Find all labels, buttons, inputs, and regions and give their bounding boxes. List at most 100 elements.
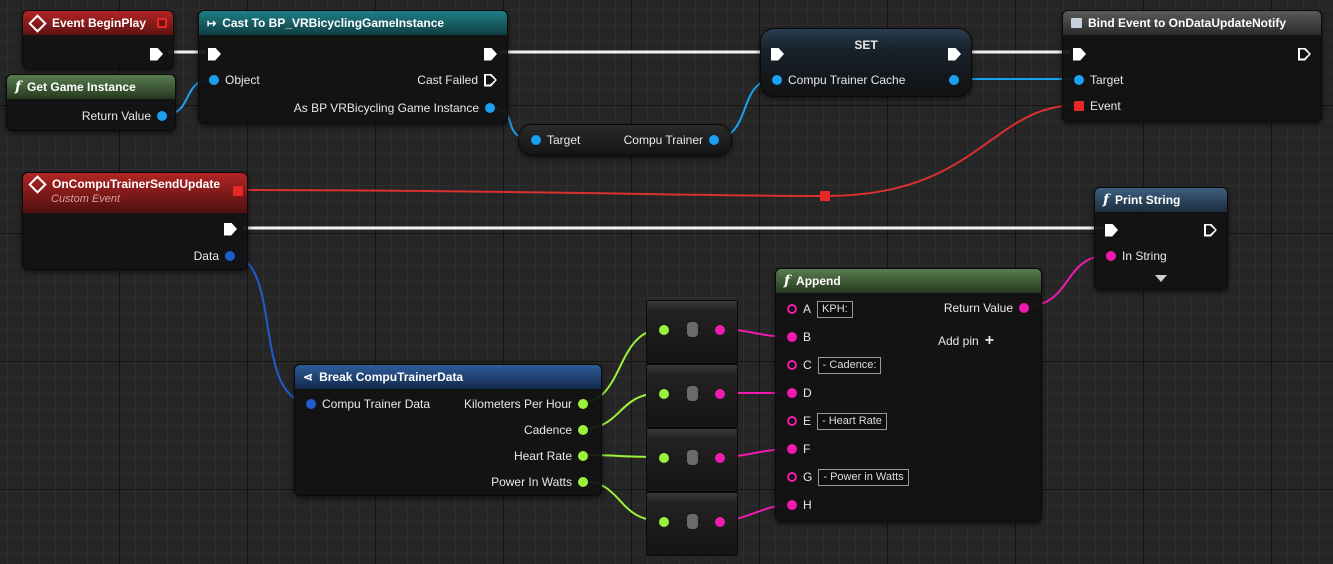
- float-to-string-conversion-node[interactable]: [646, 300, 738, 364]
- float-input-pin[interactable]: [659, 453, 669, 463]
- append-pin-b[interactable]: [787, 332, 797, 342]
- append-pin-e[interactable]: [787, 416, 797, 426]
- output-label: Kilometers Per Hour: [463, 397, 572, 411]
- cast-failed-exec-pin[interactable]: [484, 74, 497, 87]
- target-label: Target: [547, 133, 581, 147]
- add-pin-label: Add pin: [938, 334, 979, 348]
- return-value-pin[interactable]: [157, 111, 167, 121]
- as-output-pin[interactable]: [485, 103, 495, 113]
- pin-letter: C: [803, 358, 812, 372]
- output-label: Cadence: [523, 423, 572, 437]
- node-title: Bind Event to OnDataUpdateNotify: [1088, 16, 1287, 30]
- cast-to-node[interactable]: ↦ Cast To BP_VRBicyclingGameInstance Obj…: [198, 10, 508, 124]
- compu-trainer-output-pin[interactable]: [709, 135, 719, 145]
- function-f-icon: f: [15, 79, 22, 95]
- compu-trainer-data-input-pin[interactable]: [306, 399, 316, 409]
- exec-input-pin[interactable]: [208, 47, 221, 61]
- function-f-icon: f: [784, 273, 791, 289]
- float-input-pin[interactable]: [659, 325, 669, 335]
- return-value-label: Return Value: [81, 109, 151, 123]
- print-string-node[interactable]: f Print String In String: [1094, 187, 1228, 290]
- target-input-pin[interactable]: [531, 135, 541, 145]
- cadence-output-pin[interactable]: [578, 425, 588, 435]
- node-title: Print String: [1115, 193, 1181, 207]
- target-input-pin[interactable]: [1074, 75, 1084, 85]
- pin-letter: D: [803, 386, 812, 400]
- string-output-pin[interactable]: [715, 325, 725, 335]
- compu-trainer-cache-input-pin[interactable]: [772, 75, 782, 85]
- exec-output-pin[interactable]: [948, 47, 961, 61]
- exec-output-pin[interactable]: [1204, 224, 1217, 237]
- chevron-down-icon[interactable]: [1155, 275, 1167, 282]
- float-input-pin[interactable]: [659, 389, 669, 399]
- set-variable-label: Compu Trainer Cache: [788, 73, 906, 87]
- target-label: Target: [1090, 73, 1124, 87]
- compu-trainer-getter-node[interactable]: Target Compu Trainer: [518, 124, 732, 156]
- exec-output-pin[interactable]: [484, 47, 497, 61]
- node-title: Break CompuTrainerData: [319, 370, 464, 384]
- exec-input-pin[interactable]: [1105, 223, 1118, 237]
- append-pin-a[interactable]: [787, 304, 797, 314]
- return-value-pin[interactable]: [1019, 303, 1029, 313]
- delegate-output-pin[interactable]: [233, 186, 243, 196]
- float-to-string-conversion-node[interactable]: [646, 492, 738, 556]
- break-struct-icon: ⋖: [303, 370, 314, 384]
- event-beginplay-node[interactable]: Event BeginPlay: [22, 10, 174, 69]
- data-output-pin[interactable]: [225, 251, 235, 261]
- append-node[interactable]: f Append A KPH: B C - Cadence: D E - Hea…: [775, 268, 1042, 522]
- exec-input-pin[interactable]: [771, 47, 784, 61]
- float-to-string-conversion-node[interactable]: [646, 428, 738, 492]
- float-input-pin[interactable]: [659, 517, 669, 527]
- event-diamond-icon: [28, 174, 47, 194]
- node-header: f Get Game Instance: [7, 75, 175, 99]
- exec-output-pin[interactable]: [1298, 48, 1311, 61]
- string-output-pin[interactable]: [715, 517, 725, 527]
- node-header: f Append: [776, 269, 1041, 293]
- event-label: Event: [1090, 99, 1121, 113]
- exec-output-pin[interactable]: [150, 47, 163, 61]
- kph-output-pin[interactable]: [578, 399, 588, 409]
- plus-icon: +: [984, 332, 995, 349]
- compu-trainer-cache-output-pin[interactable]: [949, 75, 959, 85]
- in-string-label: In String: [1122, 249, 1167, 263]
- as-output-label: As BP VRBicycling Game Instance: [293, 101, 479, 115]
- custom-event-node[interactable]: OnCompuTrainerSendUpdate Custom Event Da…: [22, 172, 248, 270]
- delegate-output-pin[interactable]: [157, 18, 167, 28]
- set-title: SET: [854, 38, 878, 52]
- bind-event-node[interactable]: Bind Event to OnDataUpdateNotify Target …: [1062, 10, 1322, 122]
- node-title: Append: [796, 274, 841, 288]
- pin-letter: G: [803, 470, 813, 484]
- break-struct-node[interactable]: ⋖ Break CompuTrainerData Compu Trainer D…: [294, 364, 602, 496]
- append-pin-h[interactable]: [787, 500, 797, 510]
- add-pin-button[interactable]: Add pin +: [938, 332, 995, 349]
- append-pin-g[interactable]: [787, 472, 797, 482]
- bind-event-icon: [1071, 18, 1082, 28]
- exec-input-pin[interactable]: [1073, 47, 1086, 61]
- string-output-pin[interactable]: [715, 389, 725, 399]
- wire-reroute-knot: [820, 191, 830, 201]
- append-pin-d[interactable]: [787, 388, 797, 398]
- event-delegate-pin[interactable]: [1074, 101, 1084, 111]
- pin-c-text-field[interactable]: - Cadence:: [817, 356, 882, 374]
- exec-output-pin[interactable]: [224, 222, 237, 236]
- float-to-string-conversion-node[interactable]: [646, 364, 738, 428]
- node-title: Get Game Instance: [27, 80, 136, 94]
- power-output-pin[interactable]: [578, 477, 588, 487]
- function-f-icon: f: [1103, 192, 1110, 208]
- pin-e-text-field[interactable]: - Heart Rate: [817, 412, 887, 430]
- return-value-label: Return Value: [943, 301, 1013, 315]
- pin-a-text-field[interactable]: KPH:: [817, 300, 853, 318]
- set-node[interactable]: SET Compu Trainer Cache: [760, 28, 972, 97]
- node-header: Event BeginPlay: [23, 11, 173, 35]
- get-game-instance-node[interactable]: f Get Game Instance Return Value: [6, 74, 176, 131]
- output-label: Power In Watts: [491, 475, 572, 489]
- pin-letter: B: [803, 330, 812, 344]
- append-pin-f[interactable]: [787, 444, 797, 454]
- string-output-pin[interactable]: [715, 453, 725, 463]
- conversion-knob: [687, 450, 698, 465]
- heart-rate-output-pin[interactable]: [578, 451, 588, 461]
- pin-g-text-field[interactable]: - Power in Watts: [818, 468, 909, 486]
- object-input-pin[interactable]: [209, 75, 219, 85]
- append-pin-c[interactable]: [787, 360, 797, 370]
- in-string-pin[interactable]: [1106, 251, 1116, 261]
